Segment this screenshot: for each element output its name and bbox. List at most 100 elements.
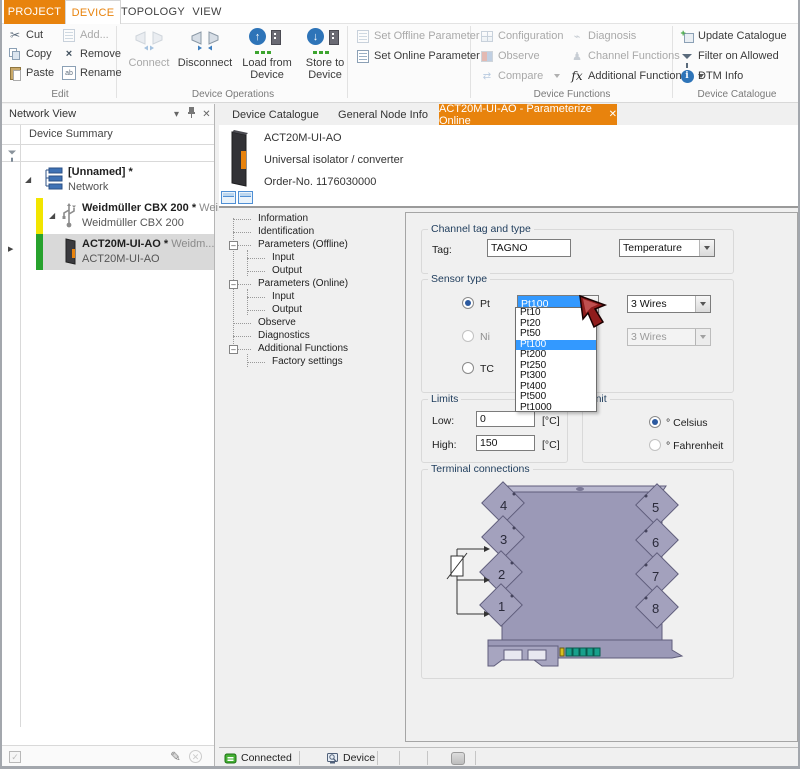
channel-type-combo[interactable]: Temperature [619, 239, 715, 257]
svg-text:1: 1 [498, 599, 505, 614]
tree-node-cbx200[interactable]: ◢ Weidmüller CBX 200 * Wei... Weidmüller… [2, 198, 214, 234]
dropdown-option[interactable]: Pt500 [516, 392, 596, 403]
edit-pencil-icon[interactable]: ✎ [170, 749, 181, 765]
nav-offline-input[interactable]: Input [272, 252, 294, 263]
nav-online-output[interactable]: Output [272, 304, 302, 315]
tab-view[interactable]: VIEW [185, 0, 229, 24]
wires-combo-disabled: 3 Wires [627, 328, 711, 346]
nav-identification[interactable]: Identification [258, 226, 314, 237]
ribbon-group-device-operations: Connect Disconnect ↑ Load from Device ↓ … [118, 24, 470, 102]
tab-project[interactable]: PROJECT [4, 0, 65, 24]
pt-radio[interactable] [462, 297, 474, 309]
expander-icon[interactable]: ◢ [25, 175, 31, 184]
device-name: ACT20M-UI-AO [264, 132, 342, 144]
update-catalogue-button[interactable]: +Update Catalogue [680, 29, 787, 43]
nav-parameters-offline[interactable]: Parameters (Offline) [258, 239, 348, 250]
filter-icon [680, 49, 694, 63]
collapse-expander-icon[interactable]: – [229, 280, 238, 289]
paste-button[interactable]: Paste [8, 66, 54, 80]
add-button[interactable]: Add... [62, 28, 109, 42]
tab-device-catalogue[interactable]: Device Catalogue [224, 104, 327, 125]
copy-button[interactable]: Copy [8, 47, 52, 61]
chevron-down-icon[interactable] [699, 240, 714, 256]
window-layout-icon[interactable] [238, 191, 253, 204]
nav-diagnostics[interactable]: Diagnostics [258, 330, 310, 341]
nav-online-input[interactable]: Input [272, 291, 294, 302]
tab-parameterize-online[interactable]: ACT20M-UI-AO - Parameterize Online✕ [439, 104, 617, 125]
expander-icon[interactable]: ◢ [49, 211, 55, 220]
nav-parameters-online[interactable]: Parameters (Online) [258, 278, 348, 289]
ni-radio[interactable] [462, 330, 474, 342]
high-input[interactable] [476, 435, 535, 451]
filter-row[interactable] [2, 145, 214, 162]
module-icon [62, 237, 80, 269]
channel-functions-button[interactable]: ♟Channel Functions [570, 49, 680, 63]
nav-offline-output[interactable]: Output [272, 265, 302, 276]
terminal-connections-group: Terminal connections [421, 469, 734, 679]
dropdown-option[interactable]: Pt200 [516, 350, 596, 361]
diagnosis-button[interactable]: ⌁Diagnosis [570, 29, 636, 43]
remove-button[interactable]: ×Remove [62, 47, 121, 61]
checkbox[interactable]: ✓ [9, 751, 21, 763]
connection-status: Connected [224, 748, 292, 768]
device-header: ACT20M-UI-AO Universal isolator / conver… [219, 125, 800, 206]
node-title: ACT20M-UI-AO * Weidm... [82, 238, 214, 250]
pt-radio-label: Pt [480, 298, 490, 310]
parameterize-panel: Information Identification – Parameters … [219, 206, 800, 746]
tree-node-act20m[interactable]: ACT20M-UI-AO * Weidm... ACT20M-UI-AO [2, 234, 214, 270]
tab-device[interactable]: DEVICE [65, 0, 121, 24]
close-icon[interactable]: ✕ [199, 109, 214, 120]
network-icon [42, 165, 64, 196]
pin-icon[interactable] [184, 107, 199, 121]
terminal-diagram: 4 3 2 1 5 6 7 8 [430, 478, 730, 674]
cut-button[interactable]: ✂Cut [8, 28, 43, 42]
tab-topology[interactable]: TOPOLOGY [121, 0, 185, 24]
load-from-device-button[interactable]: ↑ Load from Device [240, 27, 294, 87]
dtm-info-button[interactable]: iDTM Info [680, 69, 743, 83]
dropdown-option[interactable]: Pt300 [516, 371, 596, 382]
collapse-expander-icon[interactable]: – [229, 345, 238, 354]
limits-group-title: Limits [428, 393, 461, 405]
close-tab-icon[interactable]: ✕ [609, 109, 617, 120]
svg-text:2: 2 [498, 567, 505, 582]
rename-icon: ab [62, 66, 76, 80]
svg-text:5: 5 [652, 500, 659, 515]
store-to-device-button[interactable]: ↓ Store to Device [298, 27, 352, 87]
compare-icon: ⇄ [480, 69, 494, 83]
chevron-down-icon[interactable] [695, 296, 710, 312]
filter-funnel-icon [8, 151, 16, 155]
collapse-expander-icon[interactable]: – [229, 241, 238, 250]
set-online-parameter-button[interactable]: Set Online Parameter [356, 49, 480, 63]
connect-button[interactable]: Connect [122, 27, 176, 87]
observe-button[interactable]: Observe [480, 49, 540, 63]
low-input[interactable] [476, 411, 535, 427]
tag-input[interactable] [487, 239, 571, 257]
tab-general-node-info[interactable]: General Node Info [329, 104, 437, 125]
nav-additional-functions[interactable]: Additional Functions [258, 343, 348, 354]
window-position-menu-icon[interactable]: ▾ [169, 109, 184, 120]
status-bar-green [36, 234, 43, 270]
network-view-panel: Network View ▾ ✕ Device Summary ◢ [Unnam… [2, 104, 215, 767]
node-subtitle: ACT20M-UI-AO [82, 253, 160, 265]
configuration-button[interactable]: Configuration [480, 29, 563, 43]
tc-radio[interactable] [462, 362, 474, 374]
nav-factory-settings[interactable]: Factory settings [272, 356, 343, 367]
device-catalogue-group-label: Device Catalogue [674, 89, 800, 100]
rename-button[interactable]: abRename [62, 66, 122, 80]
device-summary-header[interactable]: Device Summary [2, 125, 214, 145]
dropdown-option[interactable]: Pt1000 [516, 403, 596, 414]
status-indicator [451, 752, 465, 765]
nav-observe[interactable]: Observe [258, 317, 296, 328]
compare-button[interactable]: ⇄Compare [480, 69, 560, 83]
filter-on-allowed-button[interactable]: Filter on Allowed [680, 49, 779, 63]
fahrenheit-radio[interactable] [649, 439, 661, 451]
set-offline-parameter-button[interactable]: Set Offline Parameter [356, 29, 480, 43]
celsius-radio[interactable] [649, 416, 661, 428]
nav-information[interactable]: Information [258, 213, 308, 224]
disconnect-button[interactable]: Disconnect [178, 27, 232, 87]
low-unit-label: [°C] [542, 415, 560, 427]
wires-combo[interactable]: 3 Wires [627, 295, 711, 313]
window-layout-icon[interactable] [221, 191, 236, 204]
clear-icon[interactable]: ✕ [189, 750, 202, 763]
tree-node-network[interactable]: ◢ [Unnamed] * Network [2, 162, 214, 198]
